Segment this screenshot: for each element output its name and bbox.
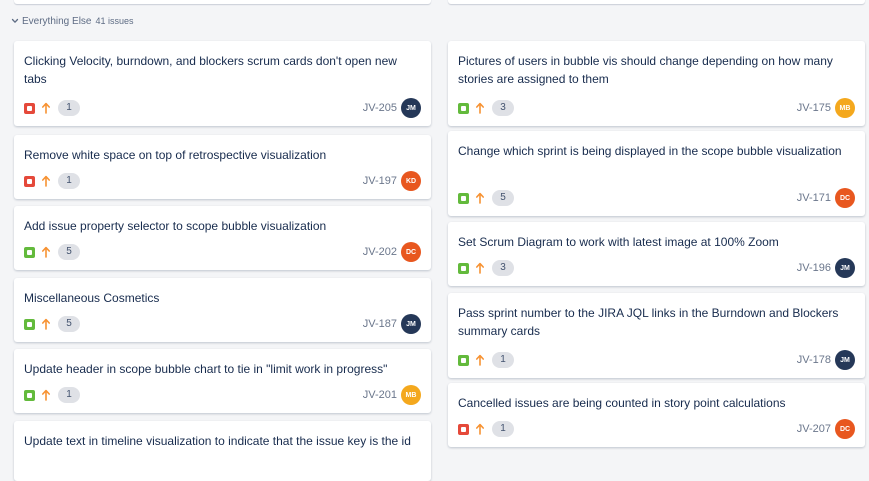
priority-high-icon xyxy=(42,318,50,330)
issue-summary: Change which sprint is being displayed i… xyxy=(458,144,842,158)
priority-high-icon xyxy=(476,423,484,435)
card-footer: 1 JV-205 JM xyxy=(24,98,421,118)
issue-key[interactable]: JV-205 xyxy=(363,102,397,114)
story-icon xyxy=(24,318,35,330)
story-icon xyxy=(458,262,469,274)
story-points-badge: 1 xyxy=(492,352,514,368)
priority-high-icon xyxy=(476,262,484,274)
story-points-badge: 5 xyxy=(58,244,80,260)
issue-key[interactable]: JV-175 xyxy=(797,102,831,114)
swimlane-title: Everything Else xyxy=(22,15,92,27)
swimlane-issue-count: 41 issues xyxy=(95,16,134,26)
issue-summary: Remove white space on top of retrospecti… xyxy=(24,148,327,162)
bug-icon xyxy=(24,175,35,187)
bug-icon xyxy=(24,102,35,114)
issue-key[interactable]: JV-202 xyxy=(363,246,397,258)
story-icon xyxy=(458,354,469,366)
story-points-badge: 1 xyxy=(58,387,80,403)
issue-summary: Add issue property selector to scope bub… xyxy=(24,219,327,233)
issue-key[interactable]: JV-197 xyxy=(363,175,397,187)
card-footer: 1 JV-201 MB xyxy=(24,385,421,405)
card-footer: 3 JV-175 MB xyxy=(458,98,855,118)
issue-summary: Set Scrum Diagram to work with latest im… xyxy=(458,235,779,249)
card-footer: 5 JV-171 DC xyxy=(458,188,855,208)
issue-summary: Pass sprint number to the JIRA JQL links… xyxy=(458,306,839,338)
issue-summary: Clicking Velocity, burndown, and blocker… xyxy=(24,54,397,86)
issue-card[interactable]: Add issue property selector to scope bub… xyxy=(14,206,431,270)
issue-card[interactable]: Update text in timeline visualization to… xyxy=(14,421,431,481)
story-icon xyxy=(458,192,469,204)
issue-card[interactable]: Pictures of users in bubble vis should c… xyxy=(448,41,865,126)
issue-key[interactable]: JV-178 xyxy=(797,354,831,366)
issue-summary: Update text in timeline visualization to… xyxy=(24,434,411,448)
story-points-badge: 1 xyxy=(58,100,80,116)
story-icon xyxy=(24,389,35,401)
card-footer: 5 JV-187 JM xyxy=(24,314,421,334)
issue-card[interactable]: Clicking Velocity, burndown, and blocker… xyxy=(14,41,431,126)
card-footer: 1 JV-197 KD xyxy=(24,171,421,191)
story-points-badge: 1 xyxy=(492,421,514,437)
issue-summary: Update header in scope bubble chart to t… xyxy=(24,362,388,376)
issue-summary: Miscellaneous Cosmetics xyxy=(24,291,160,305)
issue-card[interactable]: Set Scrum Diagram to work with latest im… xyxy=(448,222,865,286)
issue-summary: Cancelled issues are being counted in st… xyxy=(458,396,786,410)
chevron-down-icon xyxy=(11,18,19,23)
priority-high-icon xyxy=(476,102,484,114)
issue-key[interactable]: JV-207 xyxy=(797,423,831,435)
swimlane-header[interactable]: Everything Else 41 issues xyxy=(10,13,134,29)
assignee-avatar[interactable]: DC xyxy=(835,188,855,208)
card-footer: 1 JV-207 DC xyxy=(458,419,855,439)
card-footer: 5 JV-202 DC xyxy=(24,242,421,262)
card-footer: 1 JV-178 JM xyxy=(458,350,855,370)
assignee-avatar[interactable]: JM xyxy=(401,98,421,118)
issue-key[interactable]: JV-201 xyxy=(363,389,397,401)
priority-high-icon xyxy=(476,354,484,366)
story-icon xyxy=(458,102,469,114)
assignee-avatar[interactable]: JM xyxy=(835,258,855,278)
card-footer: 3 JV-196 JM xyxy=(458,258,855,278)
issue-card[interactable]: Remove white space on top of retrospecti… xyxy=(14,135,431,199)
issue-key[interactable]: JV-187 xyxy=(363,318,397,330)
priority-high-icon xyxy=(42,246,50,258)
priority-high-icon xyxy=(42,175,50,187)
assignee-avatar[interactable]: KD xyxy=(401,171,421,191)
story-points-badge: 5 xyxy=(58,316,80,332)
issue-key[interactable]: JV-171 xyxy=(797,192,831,204)
story-points-badge: 1 xyxy=(58,173,80,189)
priority-high-icon xyxy=(476,192,484,204)
issue-card[interactable]: Cancelled issues are being counted in st… xyxy=(448,383,865,447)
assignee-avatar[interactable]: JM xyxy=(835,350,855,370)
story-points-badge: 5 xyxy=(492,190,514,206)
assignee-avatar[interactable]: DC xyxy=(401,242,421,262)
story-icon xyxy=(24,246,35,258)
assignee-avatar[interactable]: DC xyxy=(835,419,855,439)
issue-card[interactable]: Update header in scope bubble chart to t… xyxy=(14,349,431,413)
issue-card[interactable]: Change which sprint is being displayed i… xyxy=(448,131,865,216)
issue-key[interactable]: JV-196 xyxy=(797,262,831,274)
assignee-avatar[interactable]: MB xyxy=(401,385,421,405)
story-points-badge: 3 xyxy=(492,100,514,116)
previous-card-bottom xyxy=(448,0,865,4)
bug-icon xyxy=(458,423,469,435)
issue-summary: Pictures of users in bubble vis should c… xyxy=(458,54,833,86)
assignee-avatar[interactable]: JM xyxy=(401,314,421,334)
issue-card[interactable]: Pass sprint number to the JIRA JQL links… xyxy=(448,293,865,378)
issue-card[interactable]: Miscellaneous Cosmetics 5 JV-187 JM xyxy=(14,278,431,342)
priority-high-icon xyxy=(42,389,50,401)
story-points-badge: 3 xyxy=(492,260,514,276)
assignee-avatar[interactable]: MB xyxy=(835,98,855,118)
previous-card-bottom xyxy=(14,0,431,4)
priority-high-icon xyxy=(42,102,50,114)
